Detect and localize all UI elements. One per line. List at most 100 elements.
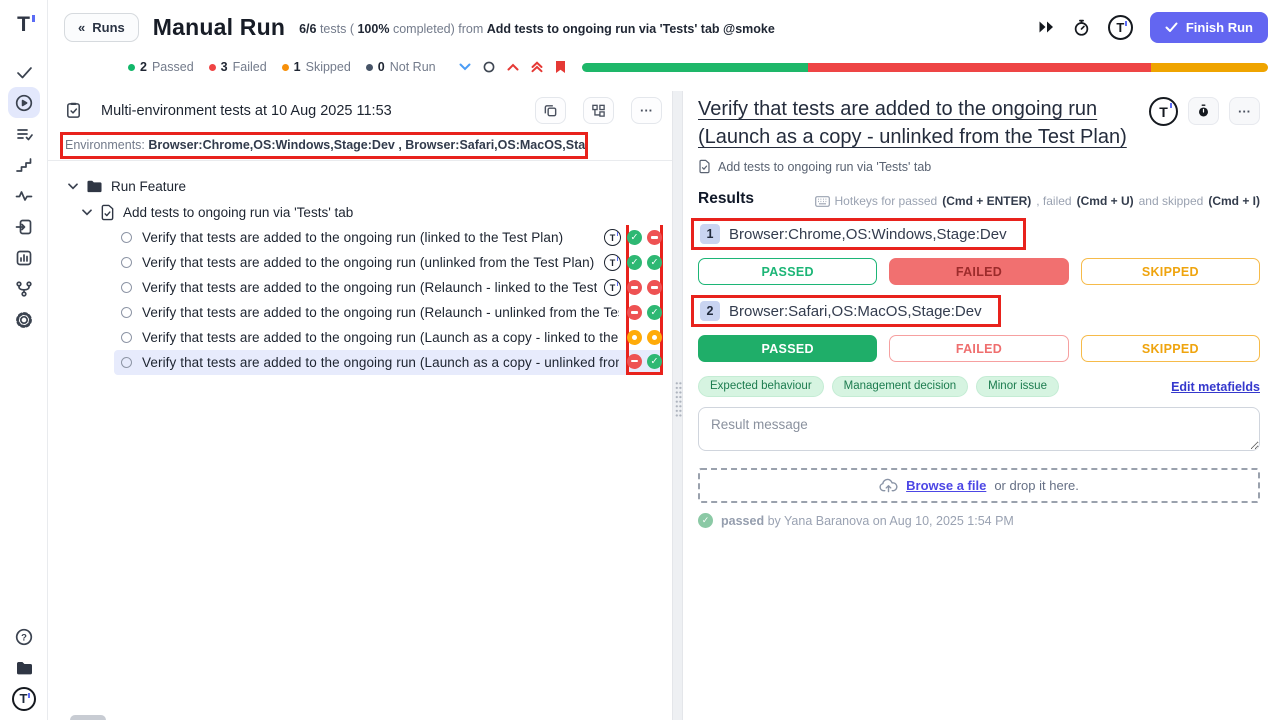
sidebar-item-import[interactable]: [8, 211, 40, 242]
timer-icon[interactable]: [1072, 18, 1091, 37]
test-row[interactable]: Verify that tests are added to the ongoi…: [114, 275, 663, 300]
projects-button[interactable]: [8, 652, 40, 683]
test-row[interactable]: Verify that tests are added to the ongoi…: [114, 250, 663, 275]
chevron-down-icon[interactable]: [82, 209, 92, 216]
panel-resizer[interactable]: [672, 91, 683, 720]
bookmark-icon[interactable]: [555, 60, 566, 74]
suite-breadcrumb[interactable]: Add tests to ongoing run via 'Tests' tab: [698, 159, 1260, 174]
environments-value: Browser:Chrome,OS:Windows,Stage:Dev , Br…: [148, 138, 586, 152]
skipped-status-icon[interactable]: [627, 330, 642, 345]
sidebar-item-pulse[interactable]: [8, 180, 40, 211]
timer-button[interactable]: [1188, 97, 1219, 125]
logo-accent: [617, 257, 619, 261]
chevron-up-icon[interactable]: [507, 63, 519, 71]
tree-folder-row[interactable]: Run Feature: [68, 173, 672, 199]
check-icon: [1165, 22, 1178, 33]
document-check-icon: [100, 204, 115, 221]
test-results-cell-annotated: [626, 300, 663, 325]
test-title: Verify that tests are added to the ongoi…: [142, 280, 597, 295]
sidebar-item-plans[interactable]: [8, 118, 40, 149]
passed-status-icon[interactable]: [647, 305, 662, 320]
summary-row: 2 Passed 3 Failed 1 Skipped 0 Not Run: [128, 55, 1268, 79]
horizontal-scrollbar-thumb[interactable]: [70, 715, 106, 720]
radio-icon[interactable]: [121, 357, 132, 368]
radio-icon[interactable]: [121, 232, 132, 243]
edit-metafields-link[interactable]: Edit metafields: [1171, 380, 1260, 394]
circle-icon[interactable]: [483, 61, 495, 73]
git-fork-icon: [14, 279, 34, 299]
test-row[interactable]: Verify that tests are added to the ongoi…: [114, 225, 663, 250]
failed-status-icon[interactable]: [627, 280, 642, 295]
tag-pill[interactable]: Expected behaviour: [698, 376, 824, 397]
environments-label: Environments:: [65, 138, 145, 152]
app-logo[interactable]: T: [17, 6, 30, 44]
help-button[interactable]: ?: [8, 621, 40, 652]
test-detail-title[interactable]: Verify that tests are added to the ongoi…: [698, 95, 1139, 151]
summary-skipped: 1 Skipped: [282, 60, 351, 74]
finish-run-button[interactable]: Finish Run: [1150, 12, 1268, 43]
skipped-button[interactable]: SKIPPED: [1081, 258, 1260, 285]
failed-status-icon[interactable]: [627, 354, 642, 369]
skipped-button[interactable]: SKIPPED: [1081, 335, 1260, 362]
folder-icon: [86, 179, 103, 194]
failed-button-active[interactable]: FAILED: [889, 258, 1068, 285]
passed-status-icon[interactable]: [627, 255, 642, 270]
environment-index-badge: 1: [700, 224, 720, 244]
result-message-input[interactable]: [698, 407, 1260, 451]
radio-icon[interactable]: [121, 332, 132, 343]
drop-hint: or drop it here.: [994, 478, 1079, 493]
tree-suite-row[interactable]: Add tests to ongoing run via 'Tests' tab: [82, 199, 672, 225]
fast-forward-icon[interactable]: [1038, 20, 1055, 34]
test-row[interactable]: Verify that tests are added to the ongoi…: [114, 300, 663, 325]
user-avatar[interactable]: T: [1108, 15, 1133, 40]
copy-run-button[interactable]: [535, 97, 566, 124]
chevron-down-icon[interactable]: [68, 183, 78, 190]
logo-accent: [32, 15, 35, 22]
sidebar-item-analytics[interactable]: [8, 242, 40, 273]
play-circle-icon: [14, 93, 34, 113]
more-options-button[interactable]: ···: [631, 97, 662, 124]
notrun-dot: [366, 64, 373, 71]
file-dropzone[interactable]: Browse a file or drop it here.: [698, 468, 1260, 503]
test-row[interactable]: Verify that tests are added to the ongoi…: [114, 325, 663, 350]
sidebar-item-milestones[interactable]: [8, 149, 40, 180]
radio-icon[interactable]: [121, 257, 132, 268]
steps-icon: [14, 155, 34, 175]
run-progress-bar: [582, 63, 1268, 72]
more-options-button[interactable]: ···: [1229, 97, 1260, 125]
failed-status-icon[interactable]: [647, 280, 662, 295]
browse-file-link[interactable]: Browse a file: [906, 478, 986, 493]
passed-button-active[interactable]: PASSED: [698, 335, 877, 362]
failed-status-icon[interactable]: [647, 230, 662, 245]
sidebar-item-branches[interactable]: [8, 273, 40, 304]
back-to-runs-button[interactable]: « Runs: [64, 13, 139, 42]
tag-pill[interactable]: Minor issue: [976, 376, 1059, 397]
run-tree-panel: Multi-environment tests at 10 Aug 2025 1…: [48, 91, 672, 720]
passed-button[interactable]: PASSED: [698, 258, 877, 285]
assignee-avatar[interactable]: T: [1149, 97, 1178, 126]
passed-check-icon: ✓: [698, 513, 713, 528]
skipped-status-icon[interactable]: [647, 330, 662, 345]
failed-button[interactable]: FAILED: [889, 335, 1068, 362]
sidebar-item-settings[interactable]: [8, 304, 40, 335]
tag-pill[interactable]: Management decision: [832, 376, 969, 397]
ellipsis-icon: ···: [1238, 104, 1251, 119]
environment-row-annotated: 2 Browser:Safari,OS:MacOS,Stage:Dev: [691, 295, 1001, 327]
failed-dot: [209, 64, 216, 71]
radio-icon[interactable]: [121, 307, 132, 318]
test-title: Verify that tests are added to the ongoi…: [142, 355, 619, 370]
logo-accent: [28, 693, 30, 698]
passed-status-icon[interactable]: [647, 255, 662, 270]
chevron-down-icon[interactable]: [459, 63, 471, 71]
test-row-selected[interactable]: Verify that tests are added to the ongoi…: [114, 350, 663, 375]
failed-status-icon[interactable]: [627, 305, 642, 320]
account-avatar[interactable]: T: [8, 683, 40, 714]
sidebar-item-tests[interactable]: [8, 56, 40, 87]
chevrons-up-icon[interactable]: [531, 61, 543, 73]
tree-view-button[interactable]: [583, 97, 614, 124]
radio-icon[interactable]: [121, 282, 132, 293]
passed-status-icon[interactable]: [647, 354, 662, 369]
sidebar-item-runs[interactable]: [8, 87, 40, 118]
passed-status-icon[interactable]: [627, 230, 642, 245]
bar-chart-icon: [14, 248, 34, 268]
